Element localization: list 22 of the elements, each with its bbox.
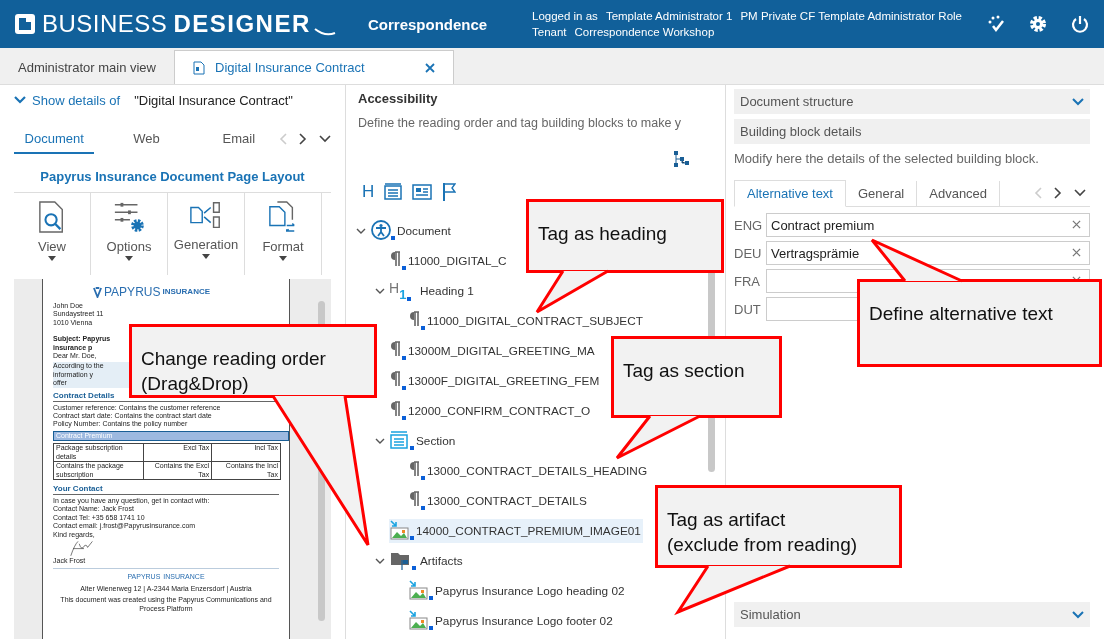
panel-description: Define the reading order and tag building blocks to make y	[358, 116, 683, 130]
document-name: "Digital Insurance Contract"	[134, 92, 293, 108]
section-header: Building block details	[734, 119, 1090, 144]
brand-name: BUSINESS	[42, 10, 168, 38]
login-label: Logged in as	[532, 10, 598, 22]
tenant-label: Tenant	[532, 26, 567, 38]
layout-title: Papyrus Insurance Document Page Layout	[39, 168, 306, 186]
logo-text: PAPYRUS	[104, 288, 161, 297]
brand-name: DESIGNER	[173, 10, 311, 38]
module-title: Correspondence	[368, 15, 489, 33]
panel-title: Accessibility	[358, 91, 439, 106]
section-heading: Your Contact	[53, 483, 279, 495]
user-name: Template Administrator 1	[605, 10, 733, 22]
annotation-tooltip: Change reading order (Drag&Drop)	[129, 324, 377, 398]
language-label: DUT	[734, 301, 762, 317]
language-label: FRA	[734, 273, 761, 289]
tenant-name: Correspondence Workshop	[574, 26, 715, 38]
language-label: DEU	[734, 245, 762, 261]
section-description: Modify here the details of the selected building block.	[734, 151, 1040, 166]
language-label: ENG	[734, 217, 762, 233]
user-role: PM Private CF Template Administrator Role	[740, 10, 962, 22]
logo-text: INSURANCE	[162, 288, 211, 297]
